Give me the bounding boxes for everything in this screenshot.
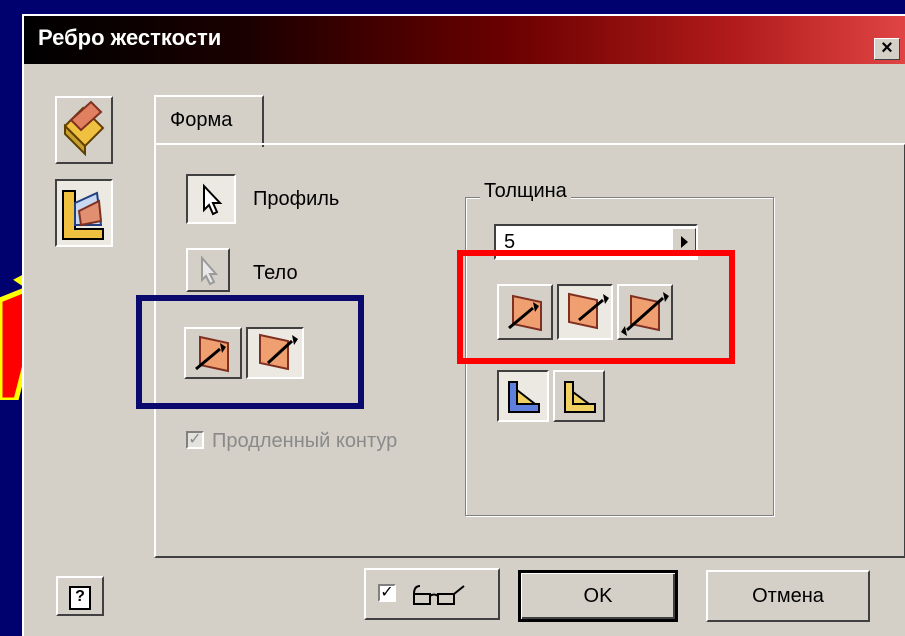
cursor-arrow-disabled-icon xyxy=(201,255,219,286)
extent-to-next-button[interactable] xyxy=(497,370,549,422)
window-title: Ребро жесткости xyxy=(38,25,222,50)
ok-label: OK xyxy=(583,585,613,607)
check-icon: ✓ xyxy=(188,431,202,448)
extend-profile-label: Продленный контур xyxy=(212,430,398,452)
side-mode-extrude-button[interactable] xyxy=(55,96,113,164)
close-button[interactable]: × xyxy=(874,38,900,60)
tab-shape-label: Форма xyxy=(170,109,233,131)
ok-button[interactable]: OK xyxy=(518,570,678,622)
title-bar: Ребро жесткости × xyxy=(24,16,905,64)
cursor-arrow-icon xyxy=(203,183,223,216)
extent-finite-icon xyxy=(564,381,596,413)
profile-label: Профиль xyxy=(253,188,340,210)
help-button[interactable]: ? xyxy=(56,576,104,616)
preview-toggle-button[interactable]: ✓ xyxy=(364,568,500,620)
extend-profile-checkbox[interactable]: ✓ xyxy=(186,431,204,449)
extent-to-next-icon xyxy=(508,381,540,413)
rib-extrude-icon xyxy=(63,100,105,157)
tab-shape[interactable]: Форма xyxy=(154,95,264,147)
thickness-group-title: Толщина xyxy=(480,180,571,203)
profile-select-button[interactable] xyxy=(186,174,236,224)
glasses-icon xyxy=(413,585,465,605)
rib-dialog: Ребро жесткости × Форма Профиль Тело ✓ П… xyxy=(22,14,905,636)
annotation-blue-box xyxy=(136,295,364,409)
body-label: Тело xyxy=(253,262,298,284)
help-icon: ? xyxy=(69,586,91,610)
close-icon: × xyxy=(881,37,893,59)
preview-checkbox[interactable]: ✓ xyxy=(378,584,396,602)
cancel-button[interactable]: Отмена xyxy=(706,570,870,622)
extent-finite-button[interactable] xyxy=(553,370,605,422)
body-select-button[interactable] xyxy=(186,248,230,292)
side-mode-rib-button[interactable] xyxy=(55,179,113,247)
preview-check-icon: ✓ xyxy=(380,584,394,601)
annotation-red-box xyxy=(457,250,735,364)
rib-profile-icon xyxy=(62,190,104,240)
cancel-label: Отмена xyxy=(752,585,824,607)
